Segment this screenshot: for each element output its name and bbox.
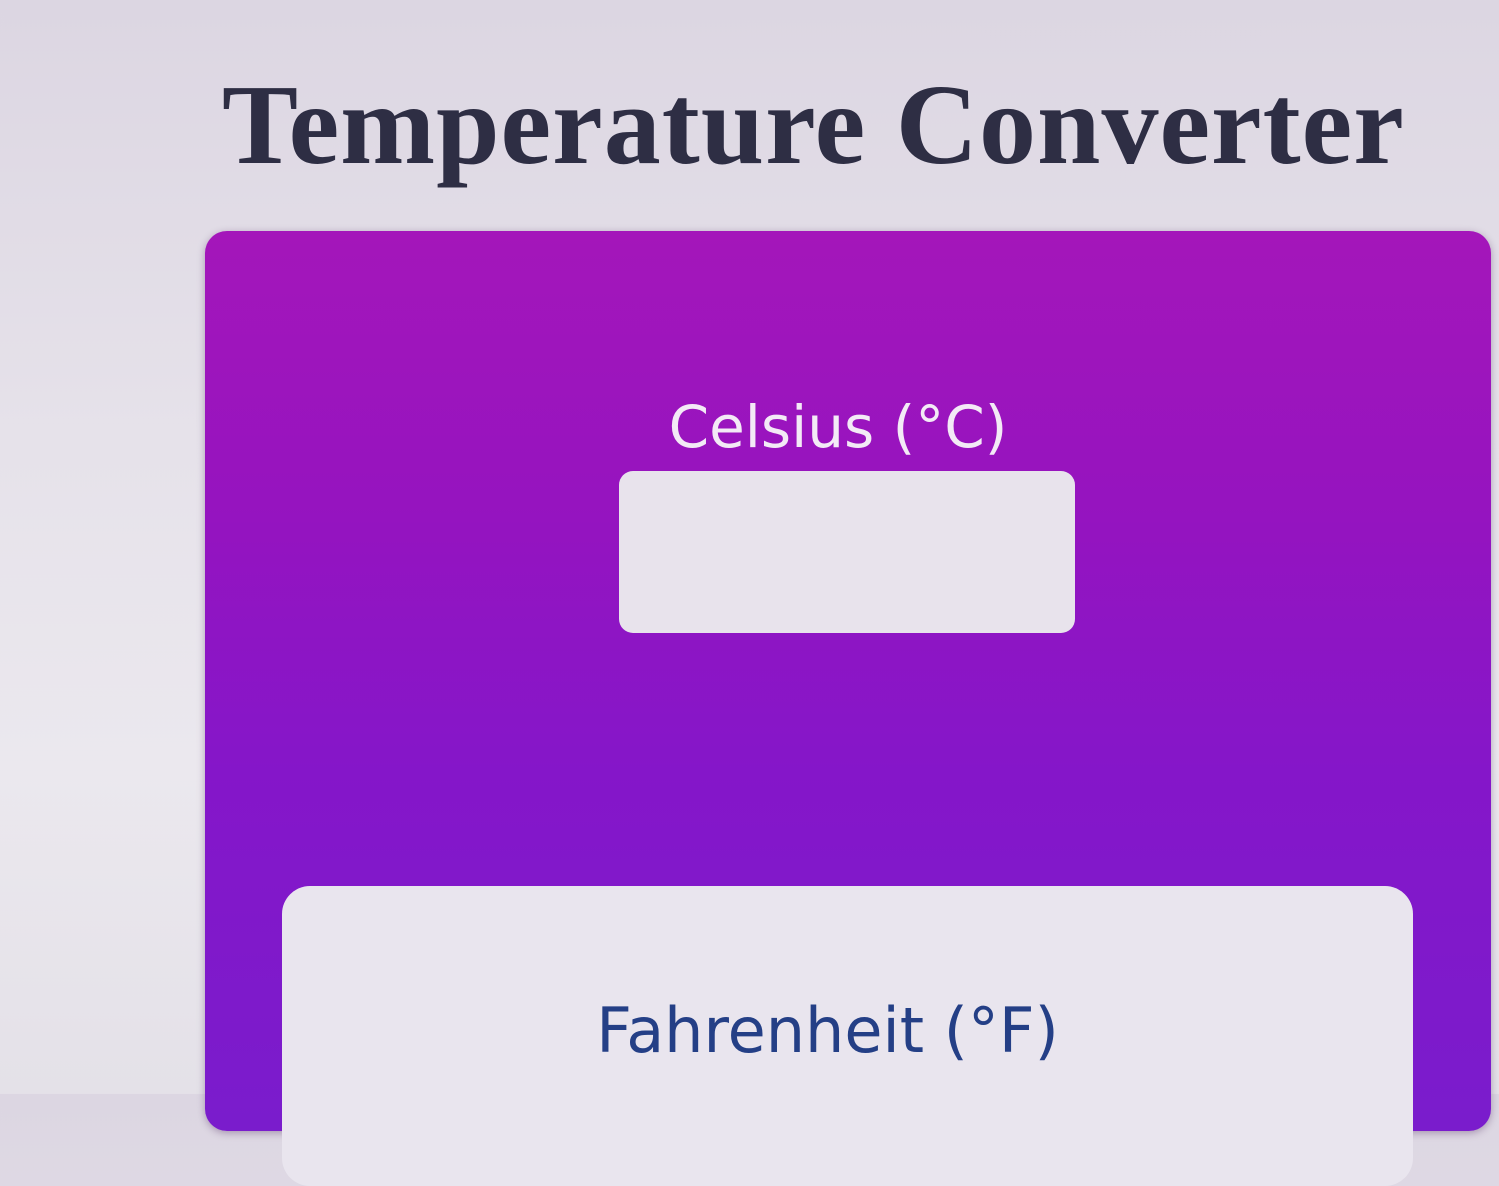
celsius-label: Celsius (°C): [668, 393, 1008, 461]
page-title: Temperature Converter: [222, 61, 1405, 188]
converter-card: Celsius (°C) Fahrenheit (°F): [205, 231, 1491, 1186]
fahrenheit-label: Fahrenheit (°F): [596, 994, 1059, 1067]
fahrenheit-panel: Fahrenheit (°F): [282, 886, 1413, 1186]
celsius-input[interactable]: [619, 471, 1075, 633]
